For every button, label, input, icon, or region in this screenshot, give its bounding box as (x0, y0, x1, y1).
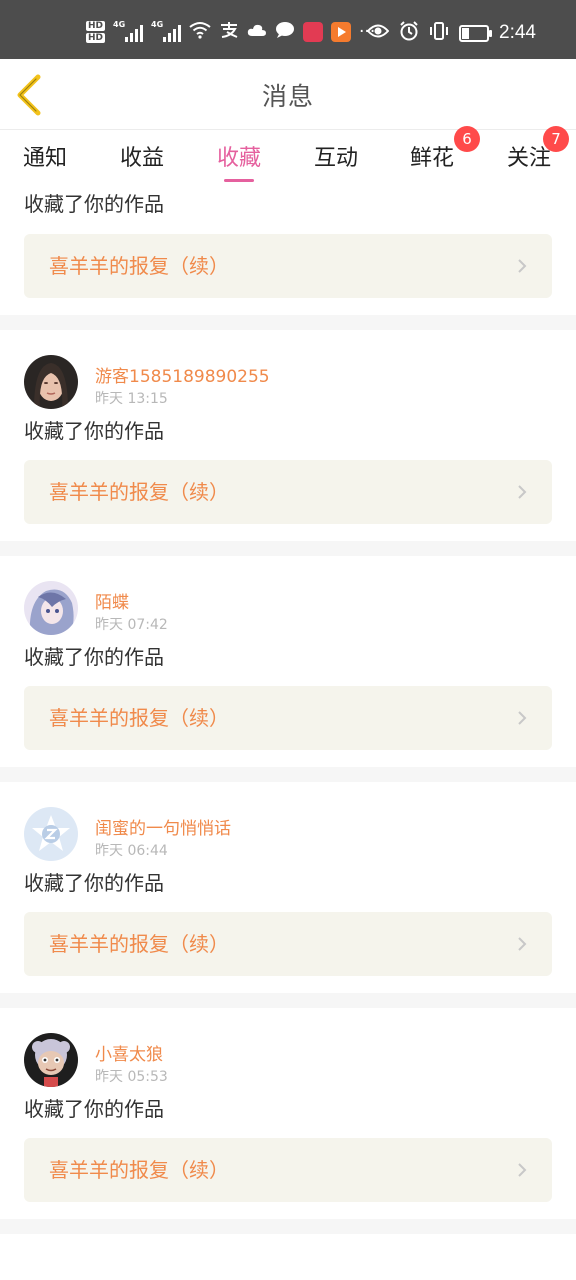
action-text: 收藏了你的作品 (24, 645, 164, 669)
tab-label: 收益 (120, 146, 165, 171)
divider (0, 1219, 576, 1234)
work-title: 喜羊羊的报复（续） (49, 1158, 229, 1182)
tab-notifications[interactable]: 通知 (23, 140, 67, 172)
app-notification-icon (303, 22, 324, 42)
tab-bar: 通知 收益 收藏 互动 鲜花 6 关注 7 (0, 126, 576, 182)
username[interactable]: 小喜太狼 (95, 1040, 163, 1065)
battery-icon (459, 24, 493, 42)
unread-badge: 6 (454, 126, 481, 152)
list-item: 游客1585189890255 昨天 13:15 收藏了你的作品 喜羊羊的报复（… (0, 330, 576, 541)
work-link[interactable]: 喜羊羊的报复（续） (24, 912, 552, 976)
tab-label: 通知 (23, 146, 68, 171)
signal-icon: 4G (151, 20, 182, 42)
work-link[interactable]: 喜羊羊的报复（续） (24, 1138, 552, 1202)
timestamp: 昨天 06:44 (95, 843, 168, 859)
network-label: 4G (151, 20, 164, 29)
tab-label: 鲜花 (410, 146, 455, 171)
tab-interactions[interactable]: 互动 (314, 140, 358, 172)
divider (0, 993, 576, 1008)
divider (0, 315, 576, 330)
work-title: 喜羊羊的报复（续） (49, 254, 229, 278)
tab-favorites[interactable]: 收藏 (217, 140, 262, 182)
divider (0, 541, 576, 556)
cloud-icon (247, 22, 267, 42)
chevron-right-icon (518, 711, 527, 725)
work-title: 喜羊羊的报复（续） (49, 706, 229, 730)
tab-label: 收藏 (217, 146, 262, 171)
page-title: 消息 (261, 82, 314, 111)
network-label: 4G (113, 20, 126, 29)
work-link[interactable]: 喜羊羊的报复（续） (24, 234, 552, 298)
vibrate-icon (429, 21, 449, 45)
action-text: 收藏了你的作品 (24, 419, 164, 443)
chat-bubble-icon (275, 21, 295, 44)
alipay-icon (219, 21, 239, 44)
hd-label: HD (86, 21, 106, 31)
status-right: 2:44 (366, 19, 536, 47)
chevron-right-icon (518, 259, 527, 273)
video-app-icon (331, 22, 352, 42)
username[interactable]: 陌蝶 (95, 588, 129, 613)
action-text: 收藏了你的作品 (24, 192, 164, 216)
action-text: 收藏了你的作品 (24, 1097, 164, 1121)
app-header: 消息 (0, 59, 576, 130)
work-title: 喜羊羊的报复（续） (49, 932, 229, 956)
alarm-icon (399, 21, 419, 45)
list-item: 收藏了你的作品 喜羊羊的报复（续） (0, 182, 576, 315)
eye-icon (366, 23, 390, 43)
tab-label: 关注 (507, 146, 552, 171)
list-item: 陌蝶 昨天 07:42 收藏了你的作品 喜羊羊的报复（续） (0, 556, 576, 767)
status-bar: HD HD 4G 4G ··· 2:44 (0, 0, 576, 59)
timestamp: 昨天 05:53 (95, 1069, 168, 1085)
tab-flowers[interactable]: 鲜花 6 (410, 126, 481, 172)
work-link[interactable]: 喜羊羊的报复（续） (24, 686, 552, 750)
tab-label: 互动 (314, 146, 359, 171)
message-list: 收藏了你的作品 喜羊羊的报复（续） 游客1585189890255 昨天 13:… (0, 182, 576, 1234)
tab-following[interactable]: 关注 7 (507, 126, 570, 172)
username[interactable]: 闺蜜的一句悄悄话 (95, 814, 231, 839)
avatar[interactable] (24, 1033, 78, 1087)
status-left: HD HD 4G 4G ··· (86, 17, 375, 47)
avatar[interactable] (24, 355, 78, 409)
signal-icon: 4G (113, 20, 144, 42)
username[interactable]: 游客1585189890255 (95, 362, 270, 387)
avatar[interactable] (24, 807, 78, 861)
action-text: 收藏了你的作品 (24, 871, 164, 895)
list-item: 闺蜜的一句悄悄话 昨天 06:44 收藏了你的作品 喜羊羊的报复（续） (0, 782, 576, 993)
divider (0, 767, 576, 782)
clock: 2:44 (499, 22, 536, 43)
chevron-right-icon (518, 1163, 527, 1177)
chevron-right-icon (518, 485, 527, 499)
work-title: 喜羊羊的报复（续） (49, 480, 229, 504)
avatar[interactable] (24, 581, 78, 635)
hd-label: HD (86, 33, 106, 43)
timestamp: 昨天 07:42 (95, 617, 168, 633)
work-link[interactable]: 喜羊羊的报复（续） (24, 460, 552, 524)
list-item: 小喜太狼 昨天 05:53 收藏了你的作品 喜羊羊的报复（续） (0, 1008, 576, 1219)
chevron-right-icon (518, 937, 527, 951)
timestamp: 昨天 13:15 (95, 391, 168, 407)
tab-earnings[interactable]: 收益 (120, 140, 164, 172)
unread-badge: 7 (543, 126, 570, 152)
hd-indicator: HD HD (86, 21, 106, 43)
wifi-icon (189, 21, 211, 44)
